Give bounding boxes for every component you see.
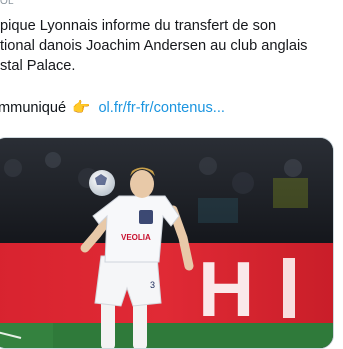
pointing-hand-icon: 👉	[72, 100, 91, 116]
player-photo-illustration: H 3 VEOLIA	[0, 138, 333, 348]
tweet-handle[interactable]: OL	[0, 0, 14, 7]
article-link[interactable]: ol.fr/fr-fr/contenus...	[98, 100, 225, 116]
tweet-text-line: stal Palace.	[0, 58, 76, 74]
tweet-text-line: pique Lyonnais informe du transfert de s…	[0, 18, 277, 34]
communique-line: mmuniqué 👉 ol.fr/fr-fr/contenus...	[0, 98, 225, 118]
shirt-number: 3	[150, 280, 155, 290]
board-text: H	[198, 245, 254, 333]
tweet-photo[interactable]: H 3 VEOLIA	[0, 137, 334, 349]
tweet-text: pique Lyonnais informe du transfert de s…	[0, 16, 343, 76]
tweet-text-line: tional danois Joachim Andersen au club a…	[0, 38, 308, 54]
communique-label: mmuniqué	[0, 100, 67, 116]
shirt-sponsor: VEOLIA	[121, 233, 151, 242]
